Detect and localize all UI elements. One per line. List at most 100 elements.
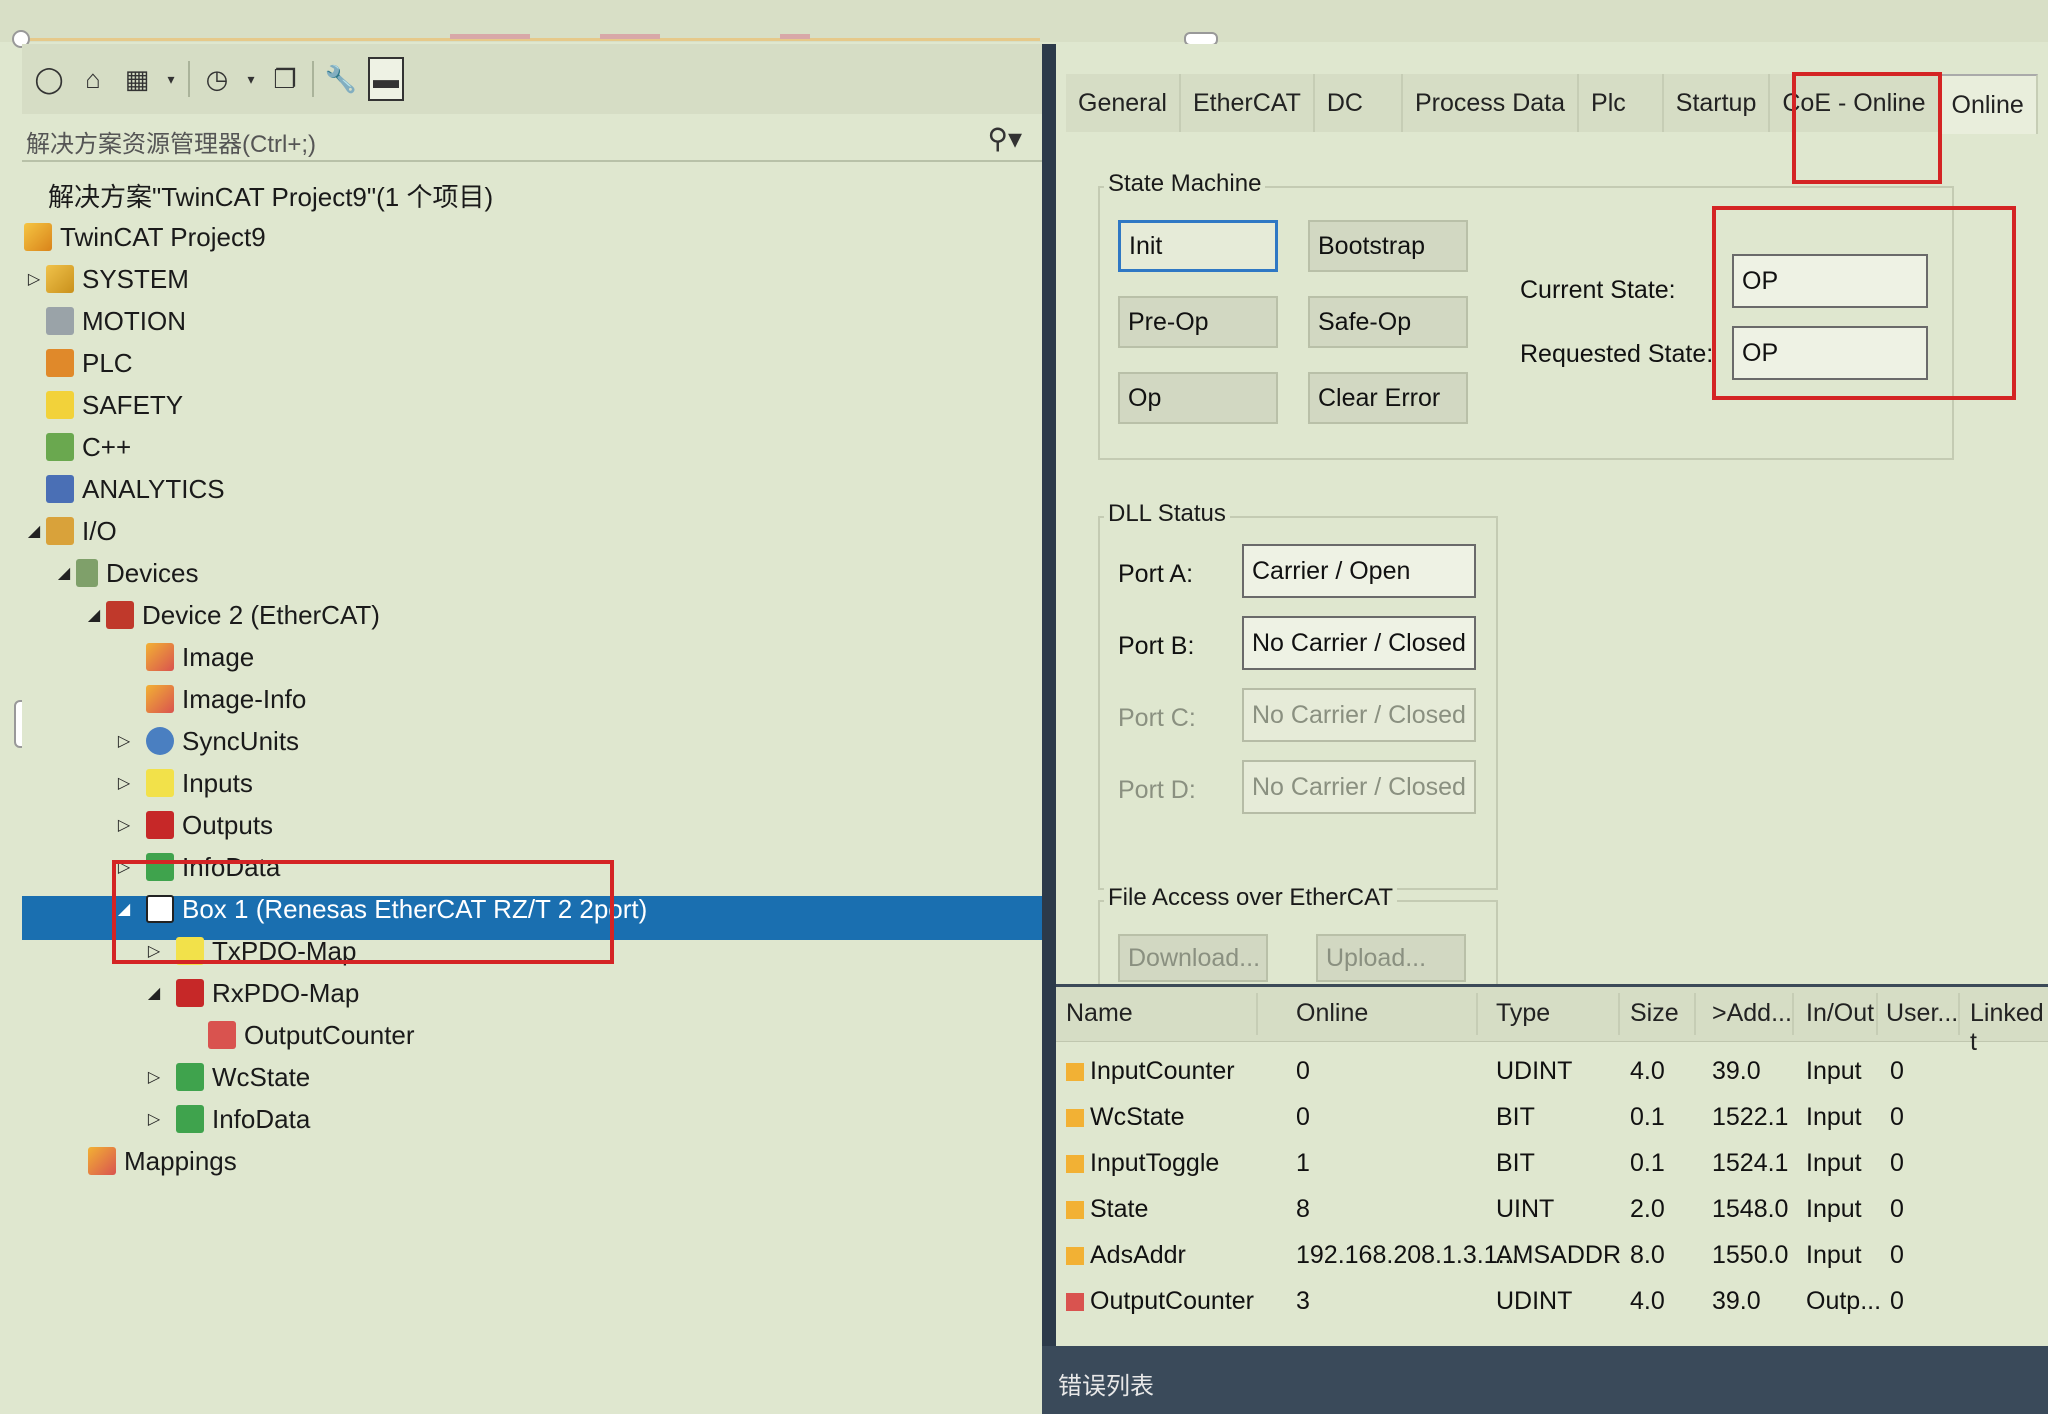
chevron-down-icon[interactable]: ▾ bbox=[244, 62, 258, 96]
tree-node-safety[interactable]: SAFETY bbox=[46, 384, 183, 426]
tree-node-label: RxPDO-Map bbox=[212, 977, 360, 1008]
tree-node-label: TwinCAT Project9 bbox=[60, 221, 266, 252]
column-header-size[interactable]: Size bbox=[1630, 999, 1679, 1028]
table-row[interactable]: AdsAddr 192.168.208.1.3.1... AMSADDR 8.0… bbox=[1056, 1233, 2048, 1279]
solution-search-bar[interactable]: 解决方案资源管理器(Ctrl+;) ⚲▾ bbox=[22, 116, 1042, 162]
tree-node-rxpdo-map[interactable]: ◢ RxPDO-Map bbox=[142, 972, 360, 1014]
home-icon[interactable]: ⌂ bbox=[76, 62, 110, 96]
tab-plc[interactable]: Plc bbox=[1579, 74, 1664, 132]
cell-name: OutputCounter bbox=[1090, 1287, 1254, 1315]
cpp-icon bbox=[46, 433, 74, 461]
current-state-label: Current State: bbox=[1520, 276, 1676, 304]
tree-node-image[interactable]: Image bbox=[146, 636, 254, 678]
column-header-address[interactable]: >Add... bbox=[1712, 999, 1792, 1028]
table-row[interactable]: InputCounter 0 UDINT 4.0 39.0 Input 0 bbox=[1056, 1049, 2048, 1095]
port-c-field: No Carrier / Closed bbox=[1242, 688, 1476, 742]
switch-views-icon[interactable]: ▦ bbox=[120, 62, 154, 96]
tree-node-solution[interactable]: 解决方案"TwinCAT Project9"(1 个项目) bbox=[24, 174, 493, 216]
op-button[interactable]: Op bbox=[1118, 372, 1278, 424]
rxpdo-icon bbox=[176, 979, 204, 1007]
column-header-type[interactable]: Type bbox=[1496, 999, 1550, 1028]
expand-arrow-icon[interactable]: ▷ bbox=[22, 269, 46, 289]
chevron-down-icon[interactable]: ▾ bbox=[164, 62, 178, 96]
cell-name: State bbox=[1090, 1195, 1149, 1223]
cell-user: 0 bbox=[1890, 1103, 1904, 1131]
outputs-icon bbox=[146, 811, 174, 839]
tree-node-motion[interactable]: MOTION bbox=[46, 300, 186, 342]
tree-node-outputs[interactable]: ▷ Outputs bbox=[112, 804, 273, 846]
tree-node-plc[interactable]: PLC bbox=[46, 342, 133, 384]
cell-user: 0 bbox=[1890, 1195, 1904, 1223]
tree-node-analytics[interactable]: ANALYTICS bbox=[46, 468, 225, 510]
tree-node-mappings[interactable]: Mappings bbox=[88, 1140, 237, 1182]
tree-node-devices[interactable]: ◢ Devices bbox=[52, 552, 199, 594]
error-list-title[interactable]: 错误列表 bbox=[1058, 1366, 1154, 1401]
tree-node-wcstate[interactable]: ▷ WcState bbox=[142, 1056, 310, 1098]
column-header-online[interactable]: Online bbox=[1296, 999, 1368, 1028]
column-separator[interactable] bbox=[1876, 993, 1878, 1035]
expand-arrow-icon[interactable]: ▷ bbox=[112, 815, 136, 835]
column-header-user[interactable]: User... bbox=[1886, 999, 1958, 1028]
tab-startup[interactable]: Startup bbox=[1663, 74, 1771, 132]
tree-node-syncunits[interactable]: ▷ SyncUnits bbox=[112, 720, 299, 762]
search-input[interactable]: 解决方案资源管理器(Ctrl+;) bbox=[26, 124, 316, 159]
tree-node-label: C++ bbox=[82, 431, 132, 462]
tree-node-image-info[interactable]: Image-Info bbox=[146, 678, 306, 720]
clear-error-button[interactable]: Clear Error bbox=[1308, 372, 1468, 424]
table-row[interactable]: WcState 0 BIT 0.1 1522.1 Input 0 bbox=[1056, 1095, 2048, 1141]
panel-divider[interactable] bbox=[1042, 44, 1056, 1414]
column-separator[interactable] bbox=[1618, 993, 1620, 1035]
back-icon[interactable]: ◯ bbox=[32, 62, 66, 96]
cell-name: InputToggle bbox=[1090, 1149, 1220, 1177]
collapse-arrow-icon[interactable]: ◢ bbox=[52, 563, 76, 583]
tree-node-outputcounter[interactable]: OutputCounter bbox=[208, 1014, 415, 1056]
error-list-panel[interactable]: 错误列表 bbox=[1042, 1346, 2048, 1414]
column-separator[interactable] bbox=[1792, 993, 1794, 1035]
tree-node-infodata-box[interactable]: ▷ InfoData bbox=[142, 1098, 310, 1140]
inputs-icon bbox=[146, 769, 174, 797]
tab-process-data[interactable]: Process Data bbox=[1402, 74, 1580, 132]
history-icon[interactable]: ◷ bbox=[200, 62, 234, 96]
column-separator[interactable] bbox=[1694, 993, 1696, 1035]
expand-arrow-icon[interactable]: ▷ bbox=[112, 731, 136, 751]
tab-ethercat[interactable]: EtherCAT bbox=[1180, 74, 1315, 132]
safe-op-button[interactable]: Safe-Op bbox=[1308, 296, 1468, 348]
column-separator[interactable] bbox=[1476, 993, 1478, 1035]
collapse-arrow-icon[interactable]: ◢ bbox=[22, 521, 46, 541]
tab-general[interactable]: General bbox=[1066, 74, 1181, 132]
init-button[interactable]: Init bbox=[1118, 220, 1278, 272]
collapse-arrow-icon[interactable]: ◢ bbox=[142, 983, 166, 1003]
table-row[interactable]: InputToggle 1 BIT 0.1 1524.1 Input 0 bbox=[1056, 1141, 2048, 1187]
table-row[interactable]: State 8 UINT 2.0 1548.0 Input 0 bbox=[1056, 1187, 2048, 1233]
tree-node-cpp[interactable]: C++ bbox=[46, 426, 131, 468]
collapse-arrow-icon[interactable]: ◢ bbox=[82, 605, 106, 625]
cell-size: 8.0 bbox=[1630, 1241, 1665, 1269]
column-separator[interactable] bbox=[1958, 993, 1960, 1035]
tree-node-label: Device 2 (EtherCAT) bbox=[142, 599, 380, 630]
expand-arrow-icon[interactable]: ▷ bbox=[142, 1067, 166, 1087]
download-button[interactable]: Download... bbox=[1118, 934, 1268, 982]
tree-node-device2[interactable]: ◢ Device 2 (EtherCAT) bbox=[82, 594, 380, 636]
bootstrap-button[interactable]: Bootstrap bbox=[1308, 220, 1468, 272]
column-separator[interactable] bbox=[1256, 993, 1258, 1035]
tree-node-system[interactable]: ▷ SYSTEM bbox=[22, 258, 189, 300]
pre-op-button[interactable]: Pre-Op bbox=[1118, 296, 1278, 348]
tree-node-io[interactable]: ◢ I/O bbox=[22, 510, 117, 552]
properties-wrench-icon[interactable]: 🔧 bbox=[324, 62, 358, 96]
column-header-name[interactable]: Name bbox=[1066, 999, 1133, 1028]
state-machine-title: State Machine bbox=[1104, 170, 1266, 198]
tree-node-inputs[interactable]: ▷ Inputs bbox=[112, 762, 253, 804]
tab-online[interactable]: Online bbox=[1939, 74, 2038, 134]
expand-arrow-icon[interactable]: ▷ bbox=[142, 1109, 166, 1129]
upload-button[interactable]: Upload... bbox=[1316, 934, 1466, 982]
tab-dc[interactable]: DC bbox=[1314, 74, 1403, 132]
expand-arrow-icon[interactable]: ▷ bbox=[112, 773, 136, 793]
input-variable-icon bbox=[1066, 1247, 1084, 1266]
cell-name: WcState bbox=[1090, 1103, 1185, 1131]
search-icon[interactable]: ⚲▾ bbox=[987, 122, 1022, 155]
table-row[interactable]: OutputCounter 3 UDINT 4.0 39.0 Outp... 0 bbox=[1056, 1279, 2048, 1325]
pin-icon[interactable]: ▬ bbox=[368, 57, 404, 101]
column-header-in-out[interactable]: In/Out bbox=[1806, 999, 1874, 1028]
collapse-all-icon[interactable]: ❐ bbox=[268, 62, 302, 96]
tree-node-project[interactable]: TwinCAT Project9 bbox=[24, 216, 266, 258]
